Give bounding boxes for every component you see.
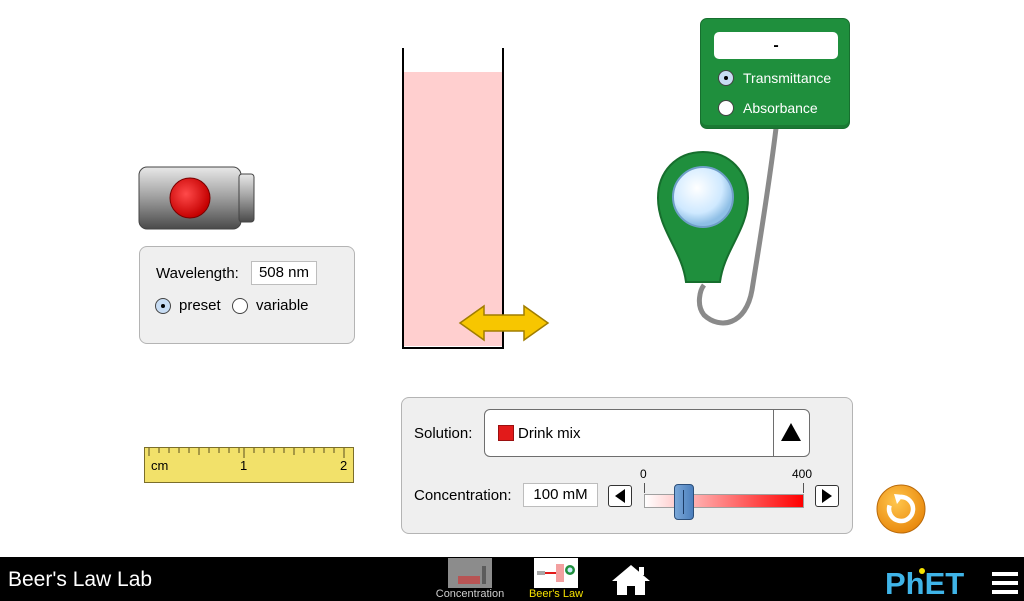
hamburger-icon[interactable] [990,569,1020,597]
ruler-tick-label: 1 [240,458,248,473]
concentration-slider-track[interactable] [644,494,804,508]
concentration-label: Concentration: [414,487,512,504]
absorbance-label: Absorbance [743,100,818,116]
variable-radio-button[interactable] [232,298,248,314]
slider-thumb-line [683,490,684,514]
preset-radio-button[interactable] [155,298,171,314]
ruler[interactable]: cm 1 2 [144,447,354,483]
concentration-value: 100 mM [523,483,598,507]
increment-button[interactable] [815,485,839,507]
navigation-bar [0,557,1024,601]
meter-readout: - [714,32,838,59]
screen-button-beers-law[interactable]: Beer's Law [518,558,594,601]
reset-all-button[interactable] [875,483,927,535]
solution-color-swatch [498,425,514,441]
slider-tick [644,483,645,493]
variable-label: variable [256,297,309,314]
concentration-screen-icon [448,558,492,588]
phet-logo[interactable]: PhET [885,566,981,598]
concentration-slider-thumb[interactable] [674,484,694,520]
absorbance-radio[interactable]: Absorbance [718,99,842,119]
cuvette-width-handle-icon[interactable] [458,303,550,343]
transmittance-radio-button[interactable] [718,70,734,86]
slider-tick [803,483,804,493]
wavelength-label: Wavelength: [156,265,239,282]
slider-max-label: 400 [792,467,813,481]
combo-divider [773,410,774,456]
detector-probe[interactable] [656,150,750,290]
preset-label: preset [179,297,221,314]
ruler-unit: cm [151,458,169,473]
decrement-button[interactable] [608,485,632,507]
screen-button-concentration[interactable]: Concentration [430,558,510,601]
screen-label: Concentration [435,588,505,600]
wavelength-panel [139,246,355,344]
absorbance-radio-button[interactable] [718,100,734,116]
triangle-left-icon [615,489,625,503]
wavelength-value: 508 nm [251,261,317,285]
solution-label: Solution: [414,425,473,442]
slider-min-label: 0 [640,467,647,481]
light-source[interactable] [138,166,256,230]
transmittance-label: Transmittance [743,70,832,86]
ruler-tick-label: 2 [340,458,348,473]
preset-radio[interactable]: preset [155,297,227,317]
triangle-right-icon [822,489,832,503]
transmittance-radio[interactable]: Transmittance [718,69,842,89]
beers-law-screen-icon [534,558,578,588]
variable-radio[interactable]: variable [232,297,312,317]
screen-label: Beer's Law [528,588,584,600]
sim-title: Beer's Law Lab [8,568,153,591]
home-icon[interactable] [610,563,652,597]
ruler-ticks [148,448,345,458]
solution-selected: Drink mix [518,425,581,442]
triangle-up-icon[interactable] [780,422,802,442]
